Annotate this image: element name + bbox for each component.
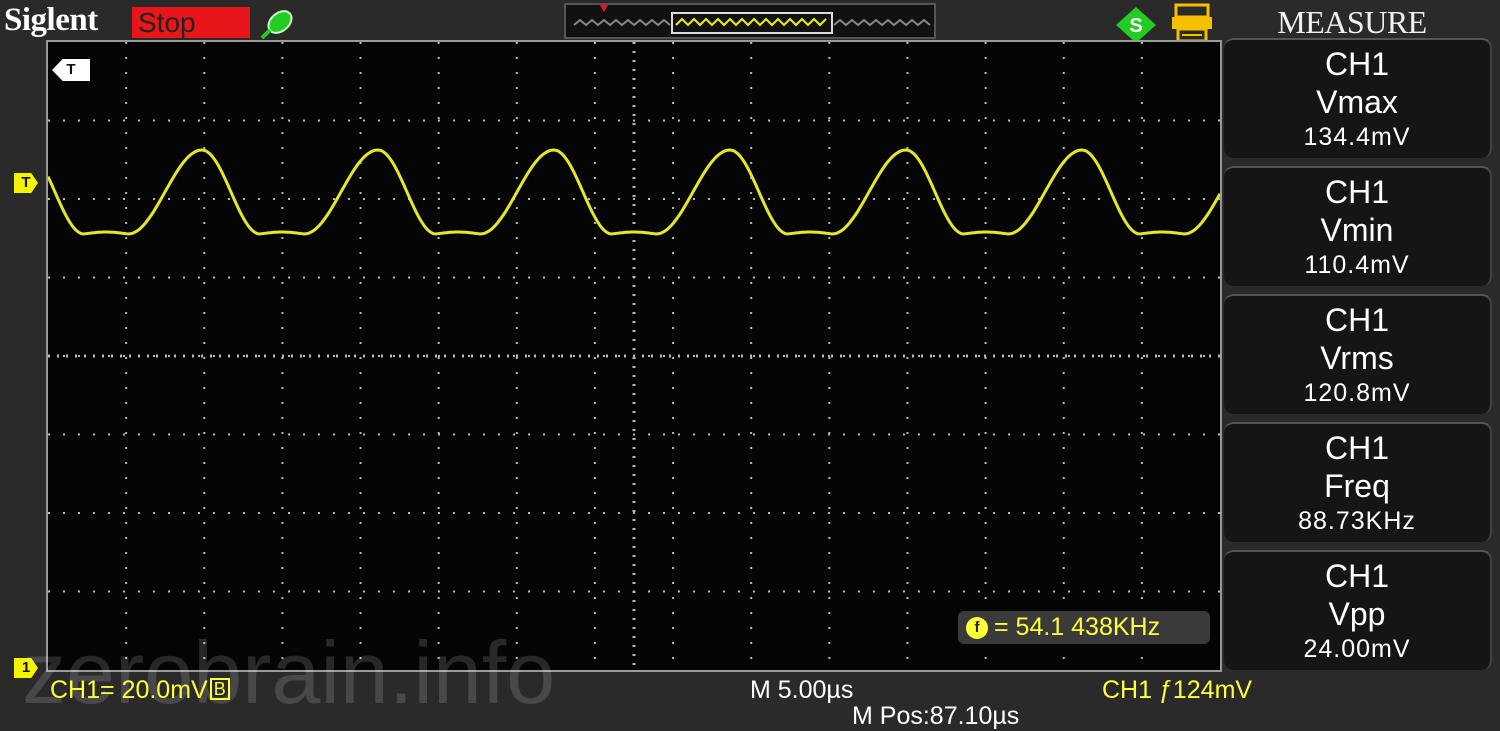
measure-card-vrms[interactable]: CH1 Vrms 120.8mV	[1224, 294, 1492, 414]
measure-value: 134.4mV	[1303, 123, 1411, 151]
ch1-scale-text: CH1= 20.0mV	[50, 676, 208, 704]
waveform-display[interactable]	[46, 40, 1222, 672]
ch1-ground-marker[interactable]: 1	[14, 658, 38, 678]
measure-value: 88.73KHz	[1298, 507, 1416, 535]
brand-logo: Siglent	[4, 2, 98, 38]
measure-card-freq[interactable]: CH1 Freq 88.73KHz	[1224, 422, 1492, 542]
measure-value: 110.4mV	[1304, 251, 1410, 279]
measure-card-vmin[interactable]: CH1 Vmin 110.4mV	[1224, 166, 1492, 286]
frequency-counter: f = 54.1 438KHz	[958, 611, 1210, 644]
measure-parameter: Vmax	[1316, 84, 1398, 120]
ch1-waveform-line	[48, 148, 1220, 236]
frequency-counter-value: = 54.1 438KHz	[994, 613, 1161, 641]
measure-card-vmax[interactable]: CH1 Vmax 134.4mV	[1224, 38, 1492, 158]
bandwidth-limit-badge: B	[209, 678, 230, 700]
measure-card-vpp[interactable]: CH1 Vpp 24.00mV	[1224, 550, 1492, 670]
measure-title: MEASURE	[1277, 4, 1427, 40]
measure-panel: MEASURE CH1 Vmax 134.4mV CH1 Vmin 110.4m…	[1222, 0, 1500, 731]
ch1-waveform-trace	[48, 148, 1220, 236]
measure-parameter: Vpp	[1328, 596, 1386, 632]
probe-icon	[260, 10, 293, 40]
frequency-counter-icon: f	[966, 616, 988, 639]
measure-value: 120.8mV	[1303, 379, 1411, 407]
horizontal-position-readout[interactable]: M Pos:87.10µs	[852, 702, 1019, 731]
print-icon	[1172, 3, 1212, 43]
measure-parameter: Freq	[1324, 468, 1390, 504]
measure-parameter: Vmin	[1320, 212, 1394, 248]
run-status-badge: Stop	[132, 7, 250, 38]
usb-icon: S	[1116, 7, 1156, 43]
trigger-level-marker[interactable]: T	[14, 173, 38, 193]
measure-value: 24.00mV	[1303, 635, 1411, 663]
timebase-overview	[564, 3, 936, 39]
measure-source: CH1	[1324, 302, 1389, 338]
measure-source: CH1	[1324, 46, 1389, 82]
svg-text:S: S	[1129, 15, 1142, 37]
measure-source: CH1	[1324, 430, 1389, 466]
measure-source: CH1	[1324, 174, 1389, 210]
ch1-vertical-scale[interactable]: CH1= 20.0mV B	[50, 676, 230, 705]
measure-source: CH1	[1324, 558, 1389, 594]
measure-parameter: Vrms	[1320, 340, 1394, 376]
timebase-readout[interactable]: M 5.00µs	[750, 676, 853, 705]
